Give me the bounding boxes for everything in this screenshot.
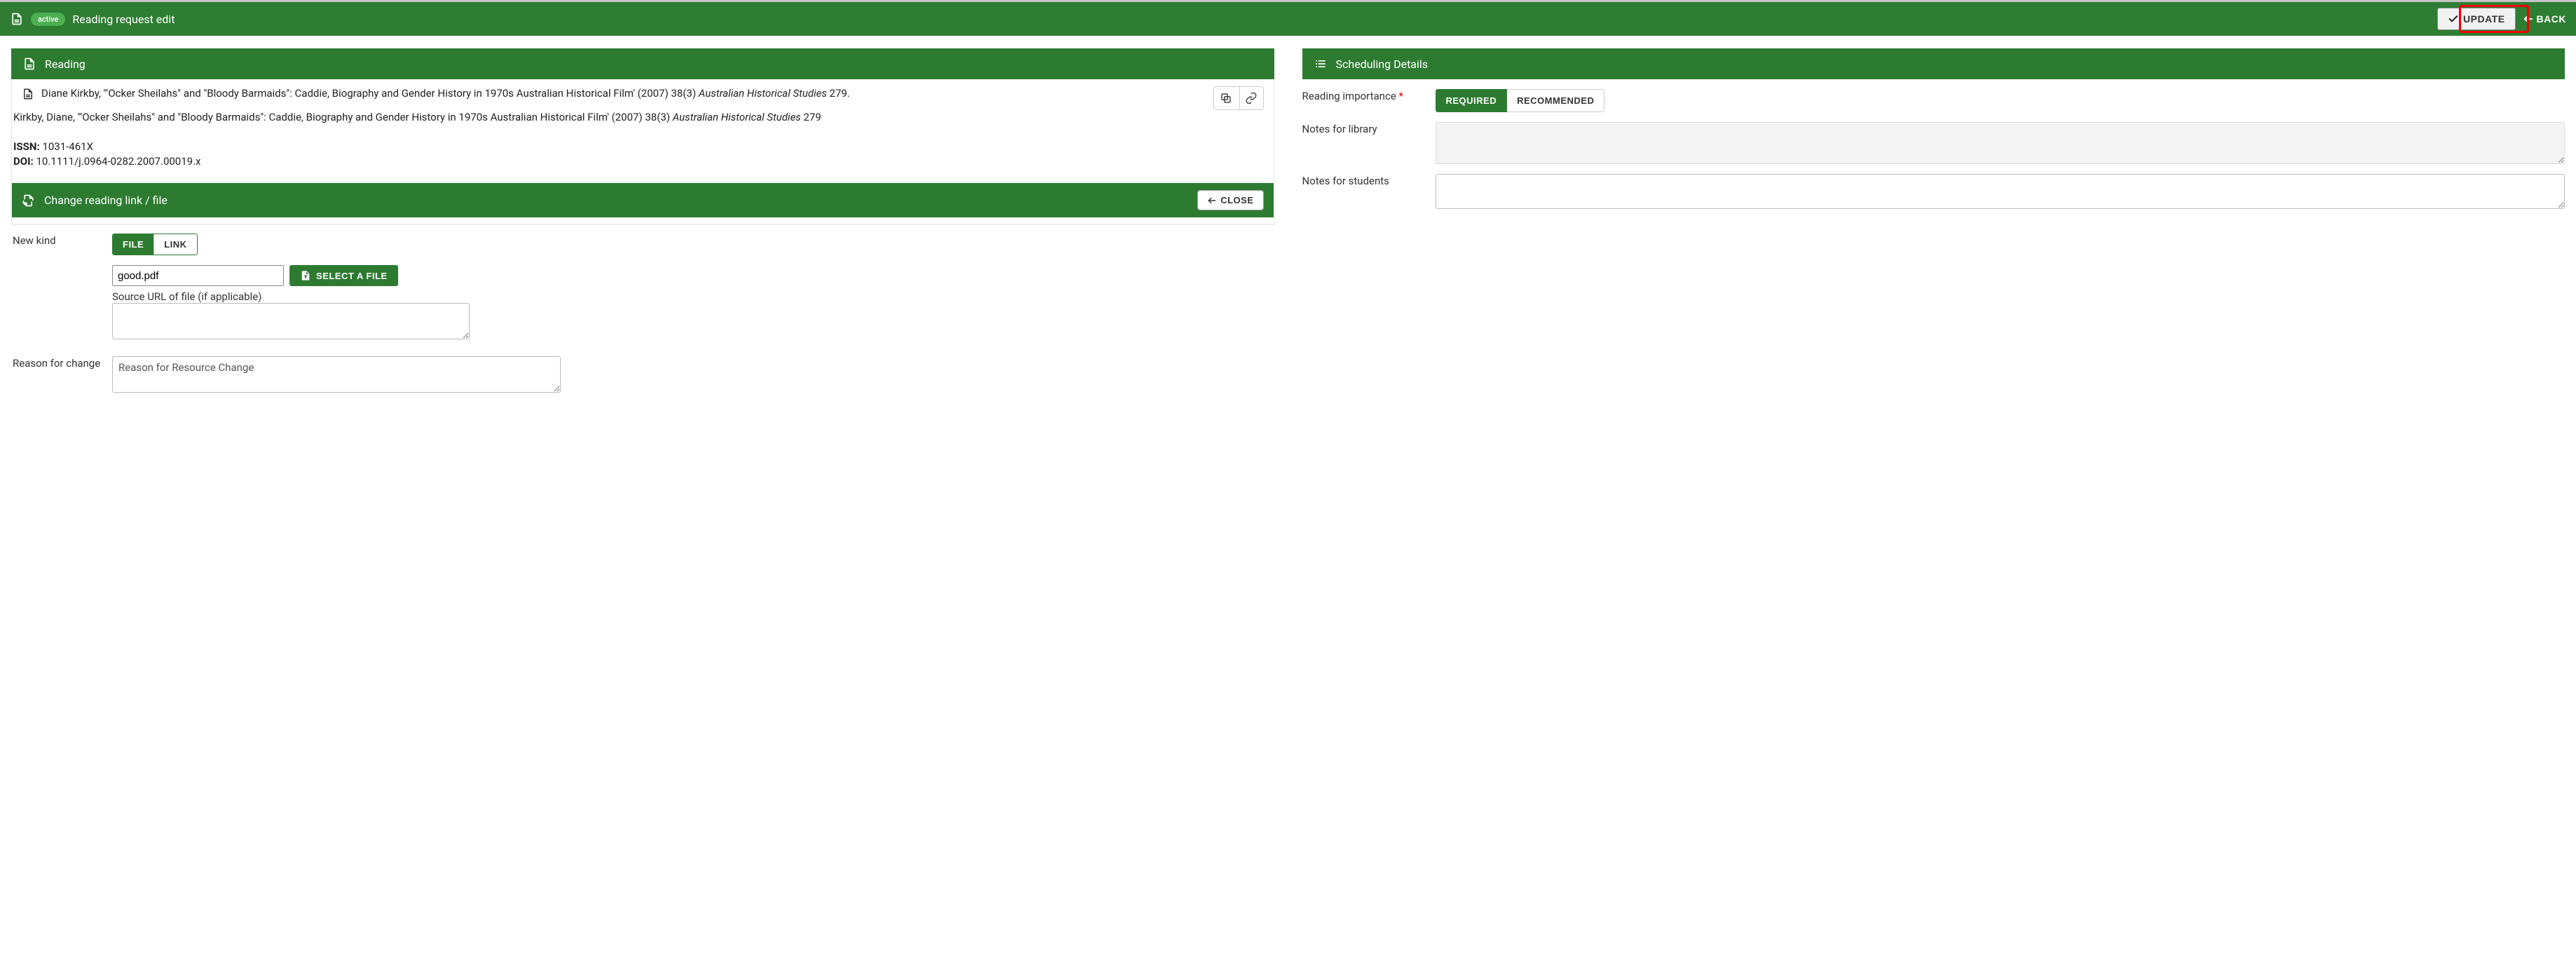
citation-italic-2: Australian Historical Studies <box>673 111 804 123</box>
swap-icon <box>22 194 36 208</box>
arrow-left-icon <box>1207 196 1217 205</box>
link-button[interactable] <box>1239 87 1263 109</box>
col-left: Reading Diane Kirkby, '"Ocker Sheilahs" … <box>11 48 1274 396</box>
reading-panel-header: Reading <box>11 48 1274 79</box>
notes-students-label: Notes for students <box>1302 174 1422 189</box>
file-name-input[interactable] <box>112 265 284 286</box>
issn-value: 1031-461X <box>42 140 93 153</box>
upload-icon <box>300 270 311 281</box>
citation-actions <box>1213 86 1264 110</box>
back-button[interactable]: BACK <box>2523 13 2566 25</box>
status-badge: active <box>31 13 65 26</box>
new-kind-row: New kind FILE LINK SELECT A FILE Source … <box>11 225 1274 342</box>
citation-text: Diane Kirkby, '"Ocker Sheilahs" and "Blo… <box>41 87 699 100</box>
importance-recommended-button[interactable]: RECOMMENDED <box>1507 89 1604 112</box>
new-kind-label: New kind <box>11 234 102 342</box>
col-right: Scheduling Details Reading importance * … <box>1302 48 2565 209</box>
reason-row: Reason for change <box>11 342 1274 396</box>
importance-label-text: Reading importance <box>1302 90 1399 102</box>
citation-text-2: Kirkby, Diane, '"Ocker Sheilahs" and "Bl… <box>13 111 673 123</box>
header-bar: active Reading request edit UPDATE BACK <box>0 2 2576 36</box>
issn-label: ISSN: <box>13 140 40 153</box>
file-select-row: SELECT A FILE <box>112 265 1274 286</box>
scheduling-panel-title: Scheduling Details <box>1336 58 1429 71</box>
list-icon <box>1314 57 1328 71</box>
importance-label: Reading importance * <box>1302 89 1422 104</box>
notes-library-row: Notes for library <box>1302 112 2565 164</box>
doi-label: DOI: <box>13 155 34 168</box>
copy-button[interactable] <box>1214 87 1238 109</box>
importance-toggle-group: REQUIRED RECOMMENDED <box>1436 89 1605 112</box>
importance-row: Reading importance * REQUIRED RECOMMENDE… <box>1302 79 2565 112</box>
select-file-label: SELECT A FILE <box>316 271 388 281</box>
page-title: Reading request edit <box>72 13 175 26</box>
source-url-label: Source URL of file (if applicable) <box>112 290 1274 303</box>
kind-link-button[interactable]: LINK <box>154 234 196 255</box>
reading-citation-alt: Kirkby, Diane, '"Ocker Sheilahs" and "Bl… <box>12 110 1274 177</box>
doi-value: 10.1111/j.0964-0282.2007.00019.x <box>36 155 200 168</box>
arrow-left-icon <box>2523 13 2534 25</box>
close-button[interactable]: CLOSE <box>1197 190 1263 210</box>
update-button[interactable]: UPDATE <box>2437 8 2516 30</box>
reading-citation: Diane Kirkby, '"Ocker Sheilahs" and "Blo… <box>41 86 1206 101</box>
header-left: active Reading request edit <box>10 12 175 26</box>
reason-label: Reason for change <box>11 356 102 396</box>
check-icon <box>2448 13 2459 25</box>
source-url-input[interactable] <box>112 303 470 339</box>
notes-library-input[interactable] <box>1436 122 2565 164</box>
change-link-panel-header: Change reading link / file CLOSE <box>12 183 1274 217</box>
notes-library-label: Notes for library <box>1302 122 1422 137</box>
reading-panel-title: Reading <box>45 58 86 71</box>
update-label: UPDATE <box>2463 13 2505 25</box>
citation-italic: Australian Historical Studies <box>699 87 830 100</box>
importance-required-button[interactable]: REQUIRED <box>1436 89 1508 112</box>
reading-summary: Diane Kirkby, '"Ocker Sheilahs" and "Blo… <box>12 79 1274 110</box>
reading-body: Diane Kirkby, '"Ocker Sheilahs" and "Blo… <box>11 79 1274 225</box>
citation-tail-2: 279 <box>803 111 821 123</box>
close-label: CLOSE <box>1220 195 1253 205</box>
select-file-button[interactable]: SELECT A FILE <box>289 265 398 286</box>
document-icon <box>22 57 36 71</box>
notes-students-row: Notes for students <box>1302 164 2565 209</box>
document-icon <box>22 86 34 100</box>
required-asterisk: * <box>1399 90 1403 102</box>
citation-tail: 279. <box>829 87 850 100</box>
change-panel-title: Change reading link / file <box>44 194 168 207</box>
content: Reading Diane Kirkby, '"Ocker Sheilahs" … <box>0 36 2576 412</box>
kind-toggle-group: FILE LINK <box>112 234 198 255</box>
kind-file-button[interactable]: FILE <box>113 234 154 255</box>
document-icon <box>10 12 24 26</box>
header-right: UPDATE BACK <box>2437 8 2566 30</box>
notes-students-input[interactable] <box>1436 174 2565 209</box>
back-label: BACK <box>2537 13 2566 25</box>
reason-input[interactable] <box>112 356 561 393</box>
scheduling-panel-header: Scheduling Details <box>1302 48 2565 79</box>
